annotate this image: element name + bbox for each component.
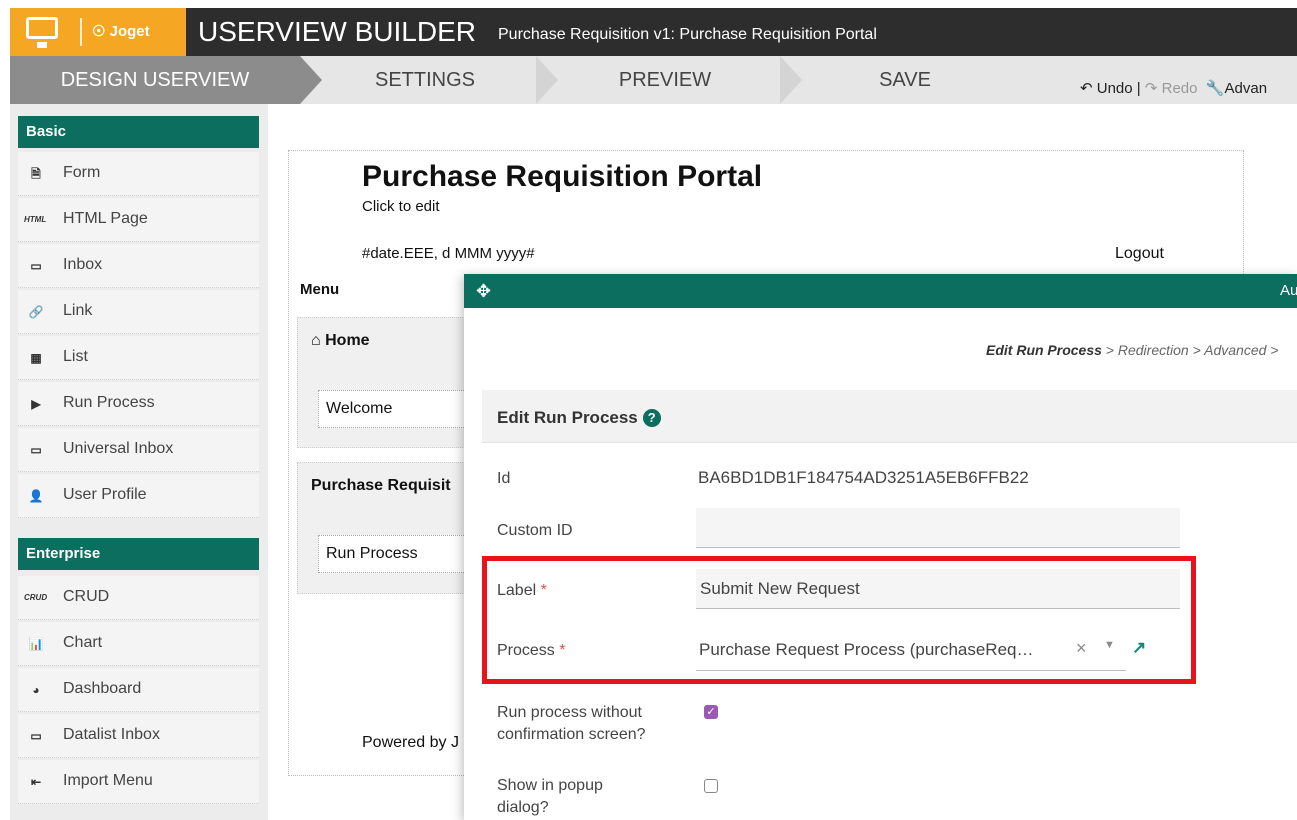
palette-item-label: Run Process <box>63 394 155 411</box>
palette-item-run-process[interactable]: ▶ Run Process <box>18 382 259 426</box>
element-palette: Basic 🗎 Form HTML HTML Page ▭ Inbox 🔗 Li… <box>10 104 269 820</box>
menu-category-label: Purchase Requisit <box>311 477 451 494</box>
menu-item-welcome[interactable]: Welcome <box>318 390 478 428</box>
form-icon: 🗎 <box>31 167 41 181</box>
monitor-icon <box>26 17 58 48</box>
palette-item-label: Chart <box>63 634 103 651</box>
palette-category-enterprise: Enterprise <box>18 538 259 570</box>
palette-item-label: Datalist Inbox <box>63 726 160 743</box>
palette-item-label: Link <box>63 302 93 319</box>
palette-category-basic: Basic <box>18 116 259 148</box>
user-edit-icon: 👤 <box>28 489 44 503</box>
palette-item-universal-inbox[interactable]: ▭ Universal Inbox <box>18 428 259 472</box>
builder-steps: DESIGN USERVIEW SETTINGS PREVIEW SAVE ↶ … <box>10 56 1297 105</box>
step-arrow <box>780 56 802 104</box>
step-save[interactable]: SAVE <box>810 56 1000 104</box>
id-value: BA6BD1DB1F184754AD3251A5EB6FFB22 <box>698 468 1029 487</box>
inbox-icon: ▭ <box>30 729 42 743</box>
play-icon: ▶ <box>31 397 41 411</box>
form-section-header: Edit Run Process? <box>482 390 1297 443</box>
redo-button[interactable]: ↷ Redo <box>1145 80 1198 97</box>
step-preview[interactable]: PREVIEW <box>570 56 760 104</box>
breadcrumb-current[interactable]: Edit Run Process <box>986 342 1102 358</box>
move-icon[interactable]: ✥ <box>476 281 491 302</box>
properties-dialog: ✥ Au Edit Run Process > Redirection > Ad… <box>464 274 1297 820</box>
section-title: Edit Run Process? <box>497 408 661 428</box>
palette-item-label: User Profile <box>63 486 147 503</box>
palette-item-import-menu[interactable]: ⇤ Import Menu <box>18 760 259 804</box>
redo-icon: ↷ <box>1144 80 1158 97</box>
app-header: ☉ Joget USERVIEW BUILDER Purchase Requis… <box>10 8 1297 56</box>
inbox-icon: ▭ <box>30 259 42 273</box>
palette-item-label: List <box>63 348 88 365</box>
list-icon: ▦ <box>30 351 42 365</box>
breadcrumb-rest[interactable]: > Redirection > Advanced > <box>1102 342 1279 358</box>
run-without-confirm-checkbox[interactable]: ✓ <box>704 705 718 719</box>
step-design-userview[interactable]: DESIGN USERVIEW <box>10 56 300 104</box>
inbox-icon: ▭ <box>30 443 42 457</box>
wrench-icon: 🔧 <box>1205 80 1225 97</box>
logout-link[interactable]: Logout <box>1115 245 1164 263</box>
crud-icon: CRUD <box>24 593 48 602</box>
custom-id-field[interactable] <box>696 508 1180 548</box>
logo[interactable]: ☉ Joget <box>10 8 186 56</box>
palette-item-list[interactable]: ▦ List <box>18 336 259 380</box>
undo-icon: ↶ <box>1080 80 1093 97</box>
run-without-confirm-label: Run process without confirmation screen? <box>497 704 646 743</box>
step-arrow <box>300 56 322 104</box>
dialog-breadcrumb: Edit Run Process > Redirection > Advance… <box>986 342 1278 358</box>
step-arrow <box>536 56 558 104</box>
html-icon: HTML <box>24 215 47 224</box>
palette-item-user-profile[interactable]: 👤 User Profile <box>18 474 259 518</box>
palette-item-dashboard[interactable]: ◕ Dashboard <box>18 668 259 712</box>
palette-item-html-page[interactable]: HTML HTML Page <box>18 198 259 242</box>
home-icon: ⌂ <box>311 332 321 349</box>
highlight-box <box>482 556 1196 684</box>
step-settings[interactable]: SETTINGS <box>330 56 520 104</box>
toolbar-separator: | <box>1136 80 1141 97</box>
portal-date: #date.EEE, d MMM yyyy# <box>362 245 535 262</box>
palette-item-datalist-inbox[interactable]: ▭ Datalist Inbox <box>18 714 259 758</box>
palette-item-form[interactable]: 🗎 Form <box>18 152 259 196</box>
palette-item-label: HTML Page <box>63 210 148 227</box>
app-subtitle: Purchase Requisition v1: Purchase Requis… <box>498 26 877 43</box>
palette-item-label: CRUD <box>63 588 110 605</box>
palette-item-inbox[interactable]: ▭ Inbox <box>18 244 259 288</box>
app-title: USERVIEW BUILDER <box>198 16 476 47</box>
link-icon: 🔗 <box>28 305 44 319</box>
import-icon: ⇤ <box>30 775 42 789</box>
menu-label: Menu <box>300 281 340 298</box>
logo-divider <box>80 18 82 46</box>
menu-category-label: ⌂ Home <box>311 332 370 349</box>
popup-dialog-checkbox[interactable] <box>704 779 718 793</box>
menu-item-run-process[interactable]: Run Process <box>318 535 478 573</box>
help-icon[interactable]: ? <box>642 409 661 427</box>
undo-button[interactable]: ↶ Undo <box>1080 80 1133 97</box>
palette-item-label: Form <box>63 164 101 181</box>
popup-dialog-label: Show in popup dialog? <box>497 777 603 816</box>
undo-redo-toolbar: ↶ Undo | ↷ Redo 🔧Advan <box>1080 79 1267 97</box>
palette-item-label: Import Menu <box>63 772 153 789</box>
id-label: Id <box>497 470 511 487</box>
palette-item-label: Universal Inbox <box>63 440 174 457</box>
palette-item-chart[interactable]: 📊 Chart <box>18 622 259 666</box>
palette-item-label: Dashboard <box>63 680 142 697</box>
custom-id-label: Custom ID <box>497 522 573 539</box>
chart-icon: 📊 <box>28 637 44 651</box>
joget-logo-text: ☉ Joget <box>92 23 150 40</box>
portal-title[interactable]: Purchase Requisition Portal <box>362 160 762 194</box>
palette-item-crud[interactable]: CRUD CRUD <box>18 576 259 620</box>
dialog-title: Au <box>1280 282 1297 299</box>
portal-subtitle[interactable]: Click to edit <box>362 198 440 215</box>
advanced-button[interactable]: 🔧Advan <box>1206 80 1267 97</box>
powered-by-footer: Powered by J <box>362 734 459 751</box>
palette-item-link[interactable]: 🔗 Link <box>18 290 259 334</box>
dashboard-icon: ◕ <box>32 683 40 697</box>
palette-item-label: Inbox <box>63 256 103 273</box>
dialog-header[interactable]: ✥ Au <box>464 274 1297 308</box>
